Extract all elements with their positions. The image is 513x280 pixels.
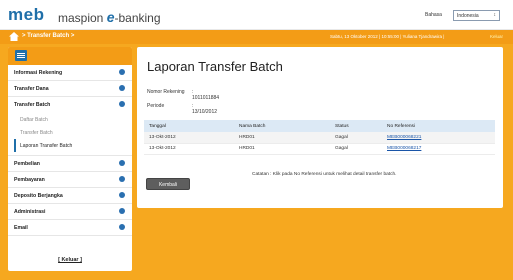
- logout-link-top[interactable]: Keluar: [490, 34, 503, 39]
- main-panel: Laporan Transfer Batch Nomor Rekening : …: [137, 47, 503, 208]
- sidebar-item-label: Pembayaran: [14, 177, 45, 183]
- sidebar-subitem-laporan-transfer-batch[interactable]: Laporan Transfer Batch: [14, 139, 132, 152]
- account-value: : 1011011884: [192, 89, 220, 101]
- sidebar-group-transfer-batch: Transfer Batch Daftar Batch Transfer Bat…: [8, 97, 132, 156]
- period-value: : 13/10/2012: [192, 103, 218, 115]
- table-row: 13-Okt-2012 HRD01 Gagal MEB000068217: [144, 143, 495, 155]
- column-header: Status: [330, 120, 382, 132]
- expand-icon: [119, 224, 125, 230]
- sidebar-header: [8, 47, 132, 65]
- sidebar-item-informasi-rekening[interactable]: Informasi Rekening: [8, 65, 132, 81]
- account-label: Nomor Rekening: [147, 89, 185, 95]
- period-row: Periode : 13/10/2012: [147, 103, 217, 115]
- column-header: Nama Batch: [234, 120, 330, 132]
- page-title: Laporan Transfer Batch: [147, 59, 283, 74]
- table-header-row: Tanggal Nama Batch Status No Referensi: [144, 120, 495, 132]
- cell-date: 13-Okt-2012: [144, 132, 234, 144]
- period-label: Periode: [147, 103, 165, 109]
- expand-icon: [119, 176, 125, 182]
- sidebar-item-label: Transfer Batch: [14, 102, 51, 108]
- sidebar-item-email[interactable]: Email: [8, 220, 132, 236]
- sidebar-item-transfer-dana[interactable]: Transfer Dana: [8, 81, 132, 97]
- breadcrumb[interactable]: > Transfer Batch >: [22, 33, 74, 39]
- cell-status: Gagal: [330, 132, 382, 144]
- table-row: 13-Okt-2012 HRD01 Gagal MEB000068221: [144, 132, 495, 144]
- brand-prefix: maspion: [58, 11, 107, 25]
- meb-logo: meb: [8, 5, 45, 24]
- sidebar-item-deposito-berjangka[interactable]: Deposito Berjangka: [8, 188, 132, 204]
- nav-bar: > Transfer Batch > Sabtu, 13 Oktober 201…: [0, 30, 513, 44]
- reference-link[interactable]: MEB000068221: [387, 135, 421, 140]
- sidebar-item-label: Informasi Rekening: [14, 70, 63, 76]
- sidebar-item-label: Email: [14, 225, 28, 231]
- note-text: Catatan : Klik pada No Referensi untuk m…: [252, 172, 397, 177]
- report-table: Tanggal Nama Batch Status No Referensi 1…: [144, 120, 495, 155]
- brand-e: e: [106, 9, 115, 25]
- column-header: No Referensi: [382, 120, 495, 132]
- chevron-down-icon: ↕: [493, 12, 497, 18]
- sidebar-subitem-transfer-batch[interactable]: Transfer Batch: [8, 126, 132, 139]
- sidebar-item-pembayaran[interactable]: Pembayaran: [8, 172, 132, 188]
- cell-batch-name: HRD01: [234, 132, 330, 144]
- top-header: meb maspion e-banking Bahasa Indonesia ↕: [0, 0, 513, 30]
- account-row: Nomor Rekening : 1011011884: [147, 89, 219, 101]
- expand-icon: [119, 101, 125, 107]
- sidebar-item-label: Deposito Berjangka: [14, 193, 63, 199]
- expand-icon: [119, 160, 125, 166]
- home-icon[interactable]: [9, 32, 19, 41]
- logout-link[interactable]: [ Keluar ]: [8, 257, 132, 263]
- back-button[interactable]: Kembali: [146, 178, 190, 190]
- cell-date: 13-Okt-2012: [144, 143, 234, 155]
- expand-icon: [119, 69, 125, 75]
- language-label: Bahasa: [425, 12, 442, 18]
- expand-icon: [119, 85, 125, 91]
- sidebar-item-pembelian[interactable]: Pembelian: [8, 156, 132, 172]
- language-value: Indonesia: [457, 13, 479, 19]
- reference-link[interactable]: MEB000068217: [387, 146, 421, 151]
- language-select[interactable]: Indonesia ↕: [453, 10, 500, 21]
- session-info: Sabtu, 13 Oktober 2012 | 10:55:00 | Yuli…: [330, 34, 445, 39]
- sidebar-subitem-daftar-batch[interactable]: Daftar Batch: [8, 113, 132, 126]
- sidebar-item-label: Transfer Dana: [14, 86, 49, 92]
- menu-icon[interactable]: [15, 50, 27, 61]
- sidebar-item-administrasi[interactable]: Administrasi: [8, 204, 132, 220]
- expand-icon: [119, 208, 125, 214]
- cell-batch-name: HRD01: [234, 143, 330, 155]
- brand-name: maspion e-banking: [58, 9, 161, 25]
- expand-icon: [119, 192, 125, 198]
- column-header: Tanggal: [144, 120, 234, 132]
- brand-suffix: -banking: [114, 11, 161, 25]
- cell-status: Gagal: [330, 143, 382, 155]
- sidebar-item-transfer-batch[interactable]: Transfer Batch: [8, 97, 132, 113]
- sidebar-item-label: Administrasi: [14, 209, 46, 215]
- sidebar: Informasi Rekening Transfer Dana Transfe…: [8, 47, 132, 271]
- sidebar-item-label: Pembelian: [14, 161, 40, 167]
